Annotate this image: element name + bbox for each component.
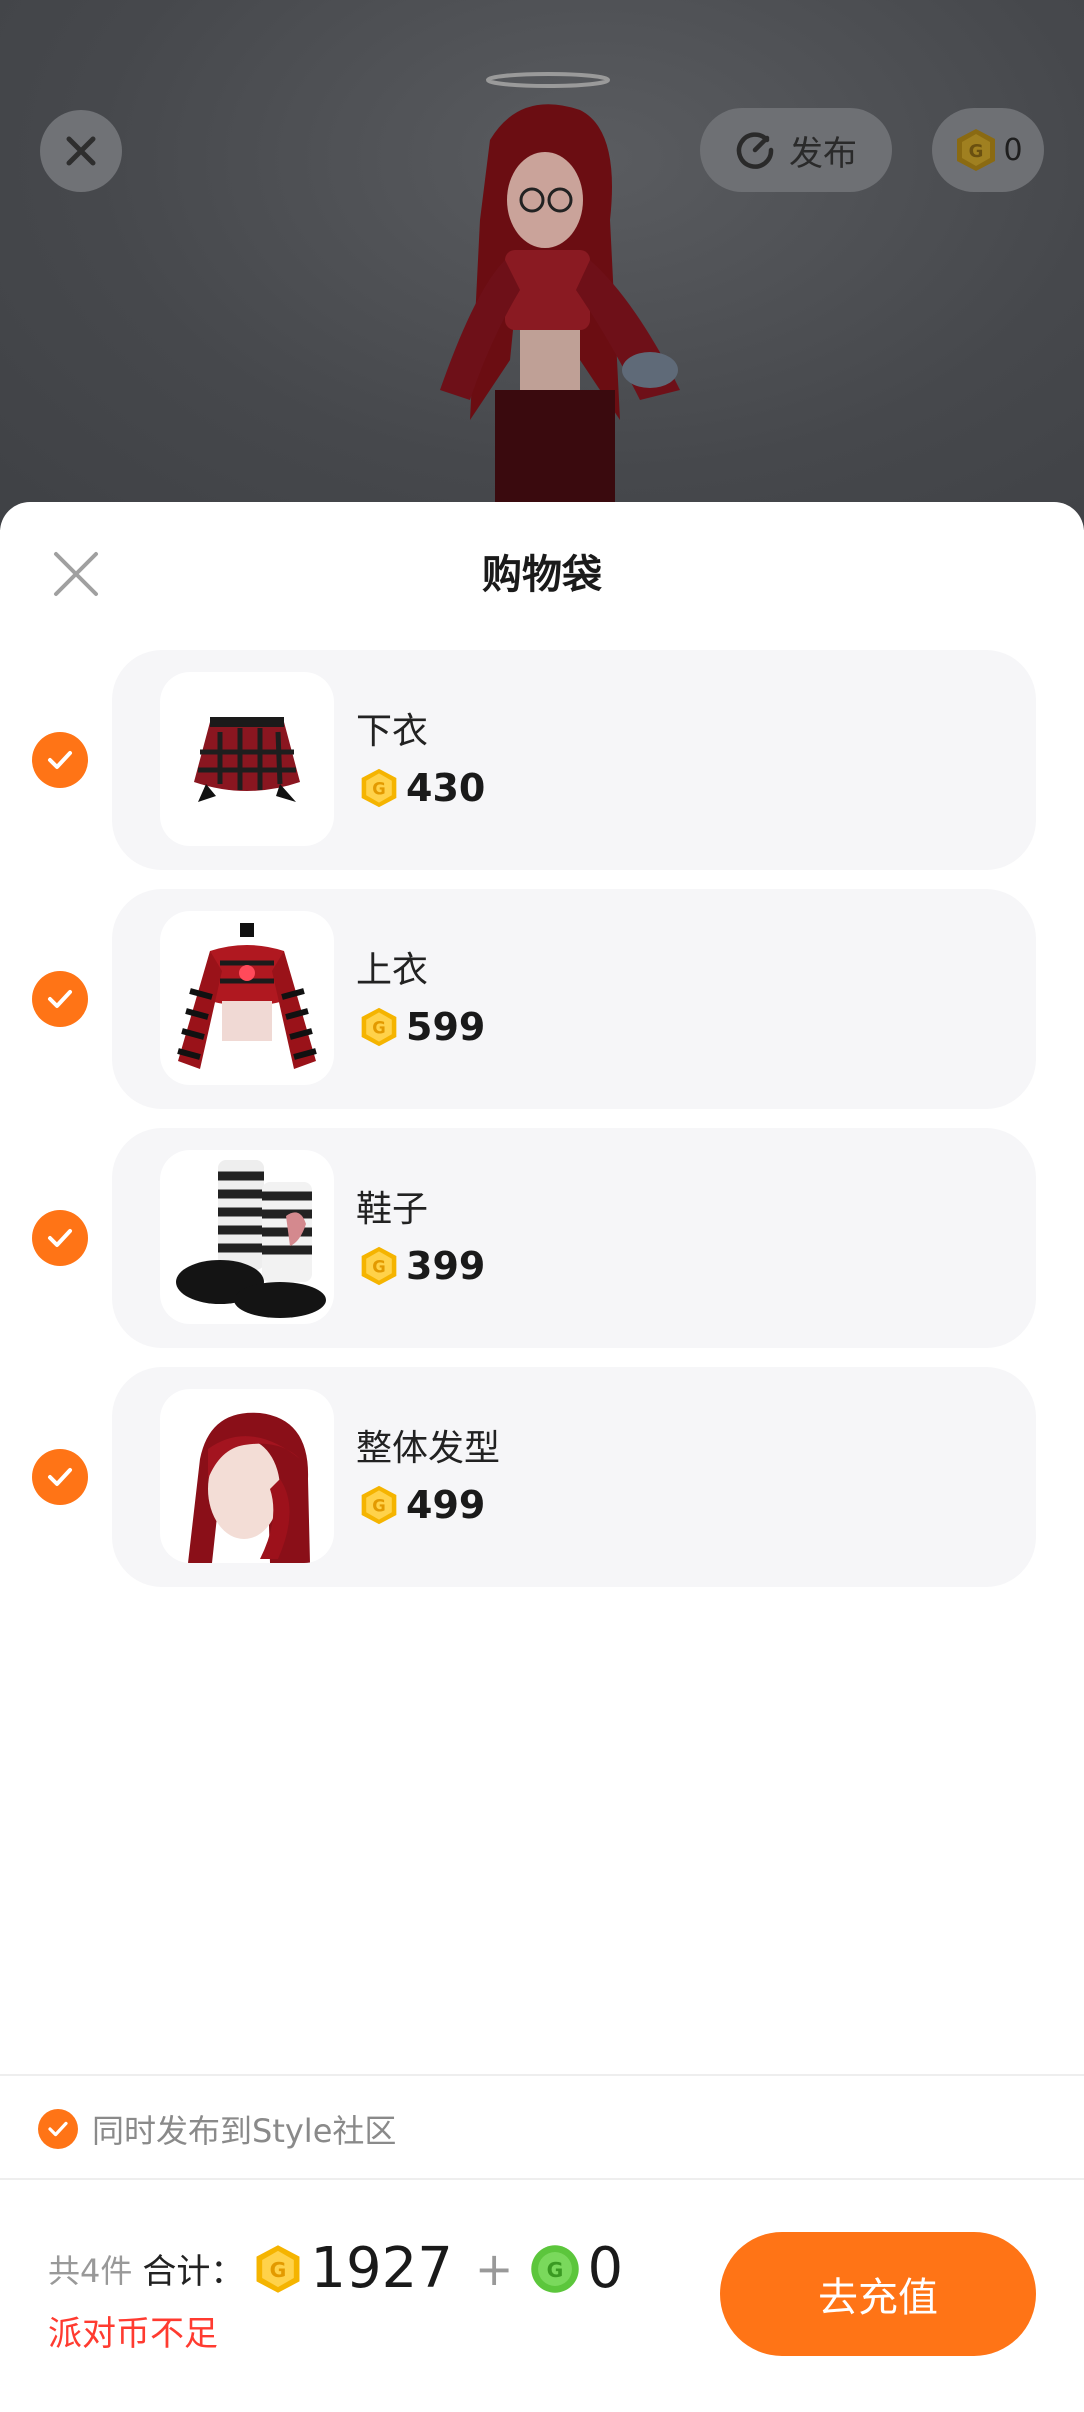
divider <box>0 2074 1084 2076</box>
green-total: 0 <box>587 2236 624 2301</box>
item-name: 下衣 <box>356 711 429 752</box>
item-checkbox[interactable] <box>32 1449 88 1505</box>
check-icon <box>48 1468 72 1486</box>
gold-coin-icon: G <box>957 129 996 171</box>
publish-to-community-toggle[interactable]: 同时发布到Style社区 <box>38 2106 396 2152</box>
item-price-value: 430 <box>406 766 486 810</box>
item-thumbnail <box>160 672 334 846</box>
item-card[interactable]: 上衣 G 599 <box>112 889 1036 1109</box>
gold-coin-icon: G <box>256 2244 300 2293</box>
item-price-value: 599 <box>406 1005 486 1049</box>
item-thumbnail <box>160 1389 334 1563</box>
preview-close-button[interactable] <box>40 110 122 192</box>
item-price: G 499 <box>358 1483 485 1527</box>
avatar-preview: 发布 G 0 <box>0 0 1084 530</box>
refresh-arrow-icon <box>736 132 774 169</box>
check-icon <box>48 751 72 769</box>
coin-balance[interactable]: G 0 <box>932 108 1044 192</box>
close-icon <box>66 136 96 166</box>
coin-count: 0 <box>1003 132 1023 168</box>
divider <box>0 2178 1084 2180</box>
item-price-value: 399 <box>406 1244 486 1288</box>
green-coin-icon: G <box>531 2244 580 2293</box>
item-name: 上衣 <box>356 950 429 991</box>
check-icon <box>48 2121 68 2137</box>
insufficient-warning: 派对币不足 <box>48 2314 218 2354</box>
item-price: G 399 <box>358 1244 485 1288</box>
gold-total: 1927 <box>310 2236 453 2301</box>
community-checkbox[interactable] <box>38 2109 78 2149</box>
svg-text:G: G <box>270 2257 287 2281</box>
item-card[interactable]: 整体发型 G 499 <box>112 1367 1036 1587</box>
item-thumbnail <box>160 1150 334 1324</box>
red-hair-image <box>188 1412 310 1563</box>
cart-item[interactable]: 整体发型 G 499 <box>0 1367 1084 1587</box>
avatar-figure <box>440 72 680 530</box>
boots-image <box>176 1160 326 1318</box>
cart-item[interactable]: 鞋子 G 399 <box>0 1128 1084 1348</box>
item-count: 共4件 <box>48 2251 133 2290</box>
sheet-title: 购物袋 <box>482 552 602 598</box>
total-summary: 共4件 合计： G 1927 + G 0 <box>48 2236 629 2301</box>
svg-text:G: G <box>372 1496 385 1515</box>
publish-button[interactable]: 发布 <box>700 108 892 192</box>
gold-coin-icon: G <box>361 1007 397 1047</box>
item-price-value: 499 <box>406 1483 486 1527</box>
gold-coin-icon: G <box>361 1485 397 1525</box>
item-checkbox[interactable] <box>32 1210 88 1266</box>
recharge-button[interactable]: 去充值 <box>720 2232 1036 2356</box>
item-checkbox[interactable] <box>32 732 88 788</box>
check-icon <box>48 990 72 1008</box>
svg-text:G: G <box>969 141 984 162</box>
svg-text:G: G <box>372 1018 385 1037</box>
item-price: G 430 <box>358 766 485 810</box>
community-label: 同时发布到Style社区 <box>92 2112 397 2150</box>
svg-text:G: G <box>372 1257 385 1276</box>
item-price: G 599 <box>358 1005 485 1049</box>
striped-top-image <box>177 923 317 1069</box>
item-card[interactable]: 鞋子 G 399 <box>112 1128 1036 1348</box>
item-name: 鞋子 <box>356 1189 429 1230</box>
item-card[interactable]: 下衣 G 430 <box>112 650 1036 870</box>
sum-label: 合计： <box>142 2252 245 2292</box>
gold-coin-icon: G <box>361 768 397 808</box>
gold-coin-icon: G <box>361 1246 397 1286</box>
item-checkbox[interactable] <box>32 971 88 1027</box>
item-thumbnail <box>160 911 334 1085</box>
publish-label: 发布 <box>789 133 857 174</box>
plus-sign: + <box>474 2241 514 2296</box>
check-icon <box>48 1229 72 1247</box>
cart-item[interactable]: 下衣 G 430 <box>0 650 1084 870</box>
cart-item[interactable]: 上衣 G 599 <box>0 889 1084 1109</box>
svg-text:G: G <box>372 779 385 798</box>
svg-text:G: G <box>547 2257 564 2281</box>
item-name: 整体发型 <box>356 1428 501 1469</box>
skirt-image <box>194 717 300 802</box>
